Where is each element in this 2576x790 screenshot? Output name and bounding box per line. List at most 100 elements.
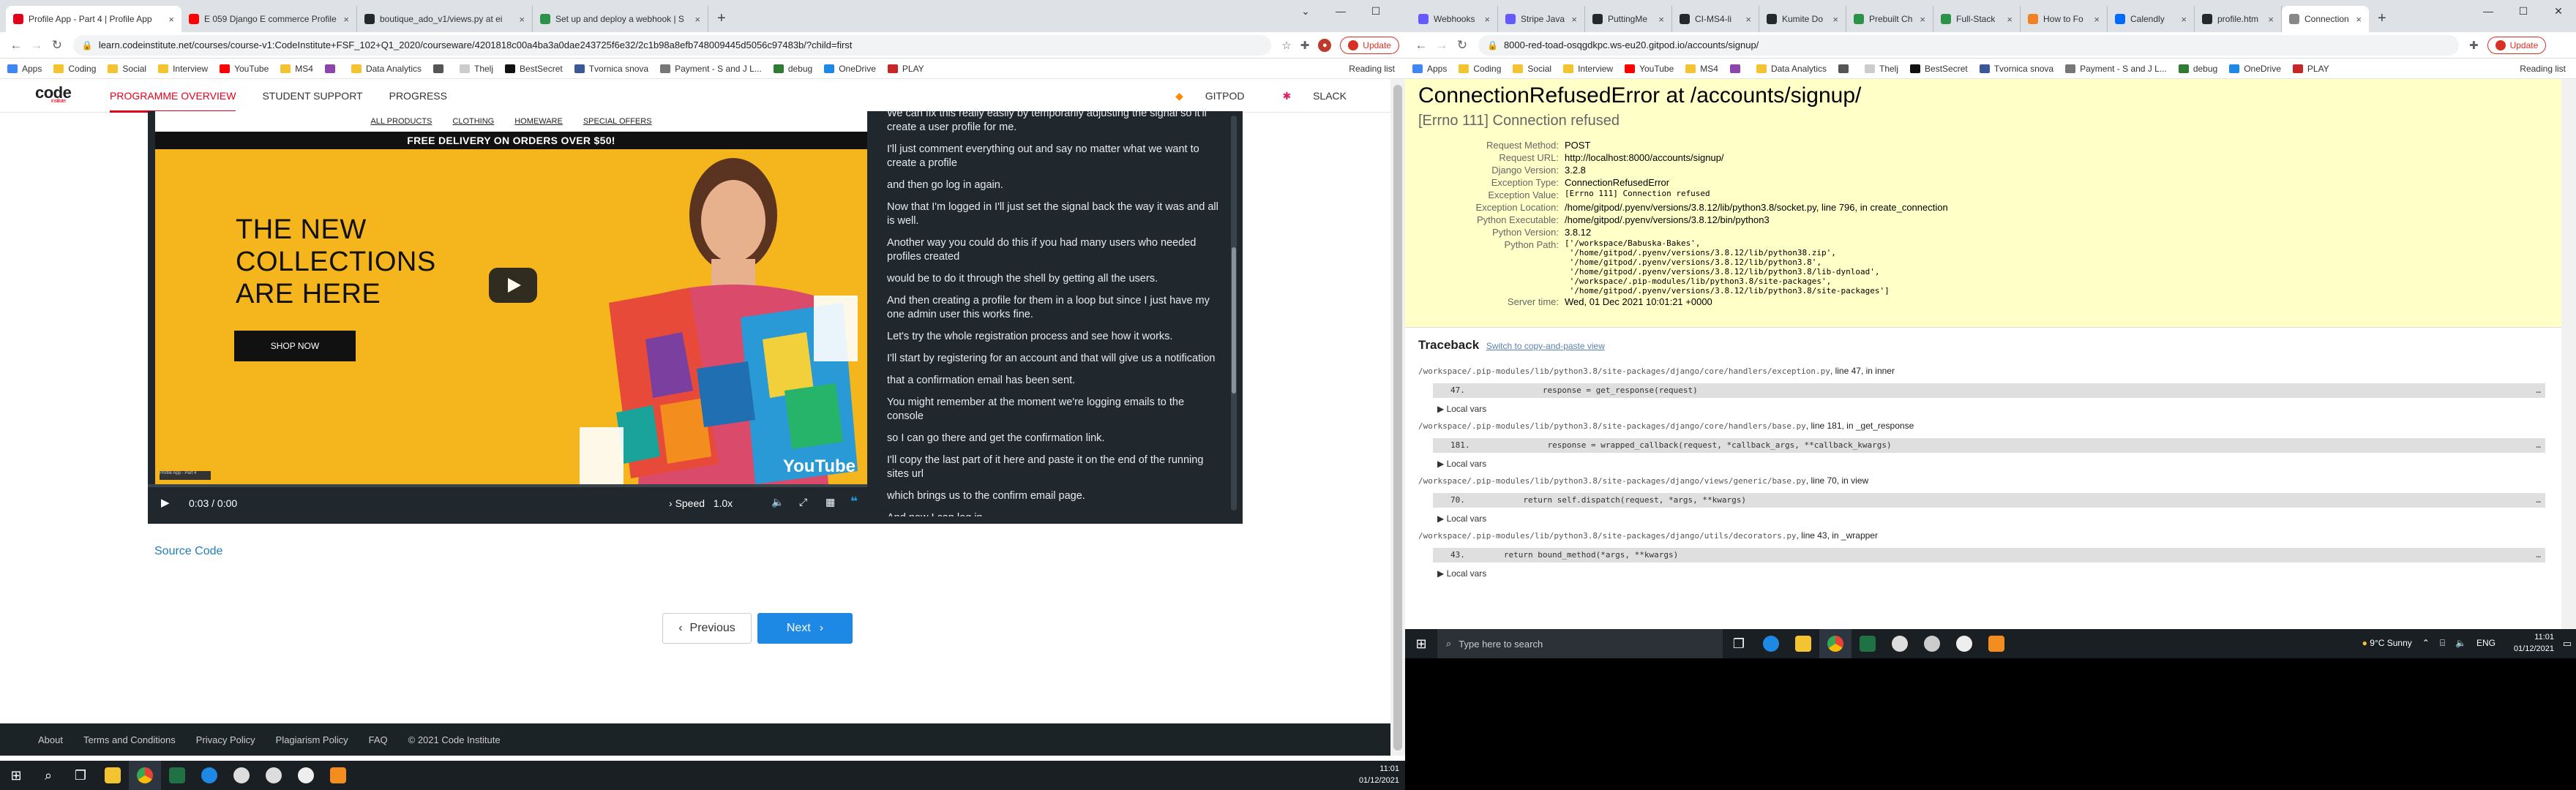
taskbar-clock[interactable]: 11:01 01/12/2021 <box>2514 631 2554 655</box>
chrome-icon[interactable] <box>129 761 161 790</box>
page-scroll-thumb[interactable] <box>1393 85 1402 750</box>
footer-link[interactable]: Terms and Conditions <box>83 734 176 745</box>
windows-start-icon[interactable]: ⊞ <box>0 761 32 790</box>
weather-widget[interactable]: ● 9°C Sunny <box>2362 638 2412 649</box>
excel-icon[interactable] <box>1852 629 1884 658</box>
nav-student-support[interactable]: STUDENT SUPPORT <box>262 79 362 113</box>
source-code-link[interactable]: Source Code <box>154 545 222 558</box>
transcript-line[interactable]: And then creating a profile for them in … <box>887 294 1224 322</box>
browser-tab[interactable]: Kumite Do × <box>1759 6 1846 32</box>
browser-tab[interactable]: CI-MS4-li × <box>1672 6 1759 32</box>
transcript-line[interactable]: I'll copy the last part of it here and p… <box>887 454 1224 481</box>
transcript-line[interactable]: that a confirmation email has been sent. <box>887 374 1224 388</box>
footer-link[interactable]: Plagiarism Policy <box>276 734 348 745</box>
play-icon[interactable]: ▶ <box>161 496 170 509</box>
transcript-line[interactable]: which brings us to the confirm email pag… <box>887 489 1224 503</box>
transcript-line[interactable]: Now that I'm logged in I'll just set the… <box>887 200 1224 228</box>
bookmark-item[interactable] <box>433 64 448 74</box>
local-vars-toggle[interactable]: ▶ Local vars <box>1437 568 2545 579</box>
transcript-line[interactable]: I'll just comment everything out and say… <box>887 143 1224 170</box>
new-tab-button[interactable]: + <box>708 6 735 32</box>
bookmark-item[interactable]: MS4 <box>1685 64 1718 74</box>
windows-start-icon[interactable]: ⊞ <box>1405 629 1437 658</box>
close-tab-icon[interactable]: × <box>2176 14 2187 25</box>
address-bar[interactable]: 🔒 8000-red-toad-osqgdkpc.ws-eu20.gitpod.… <box>1478 34 2459 56</box>
minimize-button[interactable]: — <box>1323 0 1358 25</box>
app-icon[interactable] <box>1980 629 2012 658</box>
close-tab-icon[interactable]: × <box>690 14 700 25</box>
chevron-down-icon[interactable]: ⌄ <box>1288 0 1323 25</box>
reload-button[interactable]: ↻ <box>1452 38 1472 53</box>
close-tab-icon[interactable]: × <box>1567 14 1577 25</box>
transcript-toggle-icon[interactable]: ▦ <box>825 496 835 508</box>
close-window-button[interactable]: ✕ <box>2541 0 2576 25</box>
transcript-panel[interactable]: We can fix this really easily by tempora… <box>880 104 1224 516</box>
browser-tab[interactable]: How to Fo × <box>2021 6 2108 32</box>
app-icon[interactable] <box>258 761 290 790</box>
frame-code-line[interactable]: 181. response = wrapped_callback(request… <box>1433 438 2545 453</box>
address-bar[interactable]: 🔒 learn.codeinstitute.net/courses/course… <box>72 34 1272 56</box>
bookmark-item[interactable]: YouTube <box>1625 64 1674 74</box>
close-tab-icon[interactable]: × <box>1654 14 1664 25</box>
page-scrollbar[interactable] <box>2561 79 2576 658</box>
new-tab-button[interactable]: + <box>2369 6 2395 32</box>
transcript-scrollbar[interactable] <box>1231 116 1237 511</box>
footer-link[interactable]: Privacy Policy <box>196 734 255 745</box>
browser-tab[interactable]: Full-Stack × <box>1933 6 2021 32</box>
edge-icon[interactable] <box>193 761 225 790</box>
app-icon[interactable] <box>225 761 258 790</box>
edge-icon[interactable] <box>1755 629 1787 658</box>
bookmark-item[interactable]: Coding <box>53 64 96 74</box>
bookmark-item[interactable]: Coding <box>1459 64 1501 74</box>
slack-link[interactable]: ✱ SLACK <box>1263 90 1347 102</box>
volume-icon[interactable]: 🔈 <box>771 496 784 508</box>
nav-progress[interactable]: PROGRESS <box>389 79 447 113</box>
forward-button[interactable]: → <box>1431 38 1452 53</box>
bookmark-item[interactable]: PLAY <box>887 64 924 74</box>
bookmark-item[interactable]: OneDrive <box>824 64 876 74</box>
bookmark-item[interactable]: Payment - S and J L... <box>2065 64 2167 74</box>
bookmark-item[interactable]: Tvornica snova <box>574 64 648 74</box>
close-tab-icon[interactable]: × <box>2002 14 2012 25</box>
browser-tab[interactable]: Profile App - Part 4 | Profile App × <box>6 6 181 32</box>
back-button[interactable]: ← <box>1411 38 1431 53</box>
app-icon[interactable] <box>1948 629 1980 658</box>
extensions-icon[interactable]: ✚ <box>2469 39 2479 52</box>
language-indicator[interactable]: ENG <box>2476 638 2496 649</box>
bookmark-item[interactable]: Apps <box>1412 64 1447 74</box>
back-button[interactable]: ← <box>6 38 26 53</box>
reading-list-button[interactable]: Reading list <box>1349 59 1395 79</box>
browser-tab[interactable]: Set up and deploy a webhook | S × <box>533 6 708 32</box>
local-vars-toggle[interactable]: ▶ Local vars <box>1437 404 2545 414</box>
taskbar-clock[interactable]: 11:01 01/12/2021 <box>1359 763 1399 786</box>
captions-icon[interactable]: ❝ <box>850 494 858 509</box>
bookmark-item[interactable]: Interview <box>158 64 208 74</box>
transcript-line[interactable]: I'll start by registering for an account… <box>887 352 1224 366</box>
browser-tab[interactable]: Stripe Java × <box>1498 6 1585 32</box>
frame-code-line[interactable]: 43. return bound_method(*args, **kwargs) <box>1433 548 2545 563</box>
transcript-line[interactable]: You might remember at the moment we're l… <box>887 396 1224 424</box>
footer-link[interactable]: FAQ <box>369 734 388 745</box>
bookmark-item[interactable]: OneDrive <box>2229 64 2281 74</box>
chrome-icon[interactable] <box>1819 629 1852 658</box>
bookmark-item[interactable]: PLAY <box>2292 64 2329 74</box>
browser-tab[interactable]: Webhooks × <box>1411 6 1498 32</box>
code-institute-logo[interactable]: code institute <box>35 83 72 104</box>
close-tab-icon[interactable]: × <box>1741 14 1751 25</box>
browser-tab[interactable]: profile.htm × <box>2195 6 2282 32</box>
bookmark-item[interactable] <box>1729 64 1745 74</box>
browser-tab[interactable]: PuttingMe × <box>1585 6 1672 32</box>
page-scrollbar[interactable] <box>1390 79 1405 756</box>
close-tab-icon[interactable]: × <box>1915 14 1925 25</box>
close-tab-icon[interactable]: × <box>339 14 349 25</box>
gitpod-link[interactable]: ◆ GITPOD <box>1156 90 1244 102</box>
local-vars-toggle[interactable]: ▶ Local vars <box>1437 459 2545 469</box>
fullscreen-icon[interactable]: ⤢ <box>799 496 807 508</box>
transcript-line[interactable]: Another way you could do this if you had… <box>887 236 1224 264</box>
bookmark-item[interactable]: Social <box>1513 64 1551 74</box>
close-tab-icon[interactable]: × <box>1828 14 1838 25</box>
bookmark-item[interactable]: MS4 <box>280 64 313 74</box>
video-progress-bar[interactable] <box>148 484 867 487</box>
chevron-up-icon[interactable]: ⌃ <box>2422 638 2430 649</box>
browser-tab[interactable]: E 059 Django E commerce Profile × <box>181 6 357 32</box>
